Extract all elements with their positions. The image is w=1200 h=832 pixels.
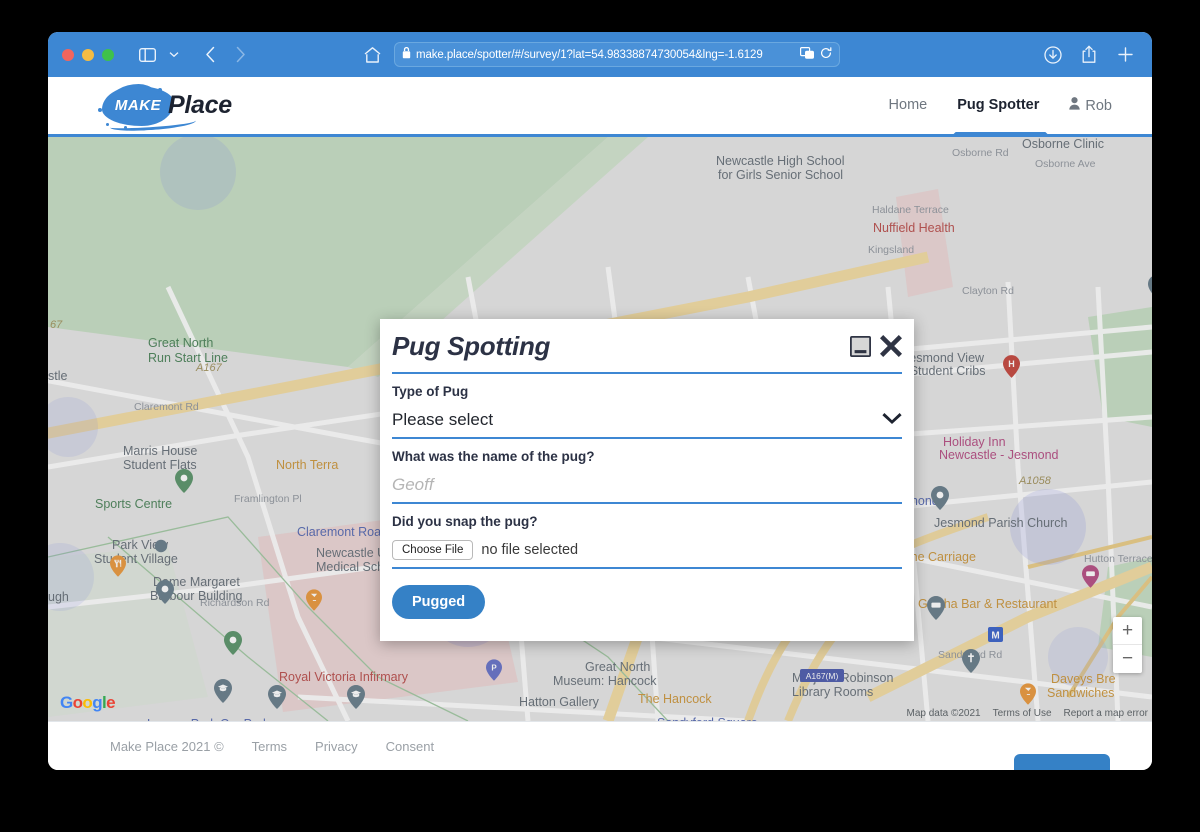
share-icon[interactable] (1076, 42, 1102, 68)
site-header: MAKE Place Home Pug Spotter Rob (48, 77, 1152, 141)
floating-action-button[interactable] (1014, 754, 1110, 770)
user-icon (1069, 97, 1081, 114)
minimize-icon[interactable] (849, 335, 872, 362)
minimize-window-button[interactable] (82, 48, 94, 61)
svg-text:A167(M): A167(M) (806, 671, 839, 681)
url-text: make.place/spotter/#/survey/1?lat=54.983… (416, 48, 763, 61)
map-pin-park-view-village[interactable] (214, 679, 232, 703)
map-badge-a167m-north[interactable]: A167(M) (800, 669, 844, 682)
map-pin-osborne-clinic[interactable] (1148, 275, 1152, 299)
map-zoom-controls: + − (1113, 617, 1142, 673)
footer-copyright: Make Place 2021 © (110, 738, 224, 754)
field-label-type-of-pug: Type of Pug (392, 384, 469, 399)
lock-icon (402, 46, 411, 64)
map-pin-holiday-inn[interactable] (1082, 565, 1099, 588)
map-pin-castle-west[interactable] (154, 539, 168, 553)
nav-item-pug-spotter[interactable]: Pug Spotter (957, 97, 1039, 115)
map-pin-bar-jesmond-west[interactable] (927, 596, 945, 620)
map-attribution: Map data ©2021 Terms of Use Report a map… (907, 708, 1148, 719)
modal-header-actions (849, 331, 902, 362)
window-controls (62, 48, 114, 61)
choose-file-button[interactable]: Choose File (392, 540, 474, 560)
map-pin-claremont-car-park[interactable]: P (486, 659, 502, 681)
browser-window: make.place/spotter/#/survey/1?lat=54.983… (48, 32, 1152, 770)
site-logo[interactable]: MAKE Place (96, 83, 232, 133)
map-pin-restaurant-west[interactable] (110, 555, 126, 577)
site-footer: Make Place 2021 © Terms Privacy Consent (48, 721, 1152, 770)
logo-make-text: MAKE (114, 97, 162, 114)
field-label-pug-photo: Did you snap the pug? (392, 514, 538, 529)
map-pin-nuffield-health[interactable]: H (1003, 355, 1020, 378)
map-pin-marris-house[interactable] (156, 580, 174, 604)
svg-text:P: P (491, 664, 497, 673)
map-data-copyright: Map data ©2021 (906, 708, 981, 719)
map-pin-great-north-run[interactable] (175, 469, 193, 493)
map-pin-sports-centre[interactable] (224, 631, 242, 655)
nav-user-menu[interactable]: Rob (1069, 97, 1112, 114)
download-icon[interactable] (1040, 42, 1066, 68)
chevron-down-icon (882, 411, 902, 429)
address-bar-actions (800, 46, 832, 64)
field-pug-name: What was the name of the pug? (392, 439, 902, 504)
svg-text:H: H (1008, 359, 1014, 369)
address-bar[interactable]: make.place/spotter/#/survey/1?lat=54.983… (394, 42, 840, 67)
pug-spotting-modal: Pug Spotting Type of Pug Please select W… (380, 319, 914, 641)
footer-link-consent[interactable]: Consent (386, 739, 434, 754)
back-arrow-icon[interactable] (197, 42, 223, 68)
field-label-pug-name: What was the name of the pug? (392, 449, 595, 464)
map-pin-north-terrace[interactable] (306, 589, 322, 611)
browser-toolbar: make.place/spotter/#/survey/1?lat=54.983… (48, 32, 1152, 77)
nav-user-label: Rob (1085, 97, 1112, 114)
main-nav: Home Pug Spotter Rob (889, 97, 1112, 141)
type-of-pug-value: Please select (392, 410, 494, 429)
close-icon[interactable] (880, 335, 902, 362)
sidebar-toggle-icon[interactable] (134, 42, 160, 68)
map-pin-ncl-medical-school[interactable] (347, 685, 365, 709)
forward-arrow-icon[interactable] (227, 42, 253, 68)
home-icon[interactable] (360, 43, 384, 67)
field-type-of-pug: Type of Pug Please select (392, 374, 902, 439)
field-pug-photo: Did you snap the pug? Choose File no fil… (392, 504, 902, 569)
zoom-out-button[interactable]: − (1113, 645, 1142, 673)
reload-icon[interactable] (820, 46, 832, 64)
svg-text:M: M (991, 630, 999, 641)
map-badge-jesmond-metro[interactable]: M (988, 627, 1003, 642)
map-canvas[interactable]: Newcastle High School for Girls Senior Sc… (48, 137, 1152, 721)
navigation-arrows (197, 42, 253, 68)
map-pin-dame-margaret[interactable] (268, 685, 286, 709)
pugged-submit-button[interactable]: Pugged (392, 585, 486, 619)
reader-view-icon[interactable] (800, 46, 815, 64)
modal-title: Pug Spotting (392, 331, 551, 361)
map-pin-the-carriage[interactable] (1020, 683, 1036, 705)
type-of-pug-select[interactable]: Please select (392, 403, 902, 437)
maximize-window-button[interactable] (102, 48, 114, 61)
close-window-button[interactable] (62, 48, 74, 61)
toolbar-right-actions (1040, 42, 1138, 68)
footer-link-terms[interactable]: Terms (252, 739, 287, 754)
map-pin-jesmond-parish-church[interactable] (962, 649, 980, 673)
new-tab-icon[interactable] (1112, 42, 1138, 68)
logo-place-text: Place (168, 91, 232, 119)
google-logo: Google (60, 693, 116, 712)
map-terms-of-use-link[interactable]: Terms of Use (993, 708, 1052, 719)
modal-header: Pug Spotting (392, 319, 902, 374)
pug-name-input[interactable] (392, 475, 902, 495)
footer-link-privacy[interactable]: Privacy (315, 739, 358, 754)
sidebar-dropdown-icon[interactable] (161, 42, 187, 68)
zoom-in-button[interactable]: + (1113, 617, 1142, 645)
file-selection-status: no file selected (481, 542, 579, 558)
nav-item-home[interactable]: Home (889, 97, 928, 115)
map-pin-jesmond-view[interactable] (931, 486, 949, 510)
map-report-error-link[interactable]: Report a map error (1064, 708, 1148, 719)
